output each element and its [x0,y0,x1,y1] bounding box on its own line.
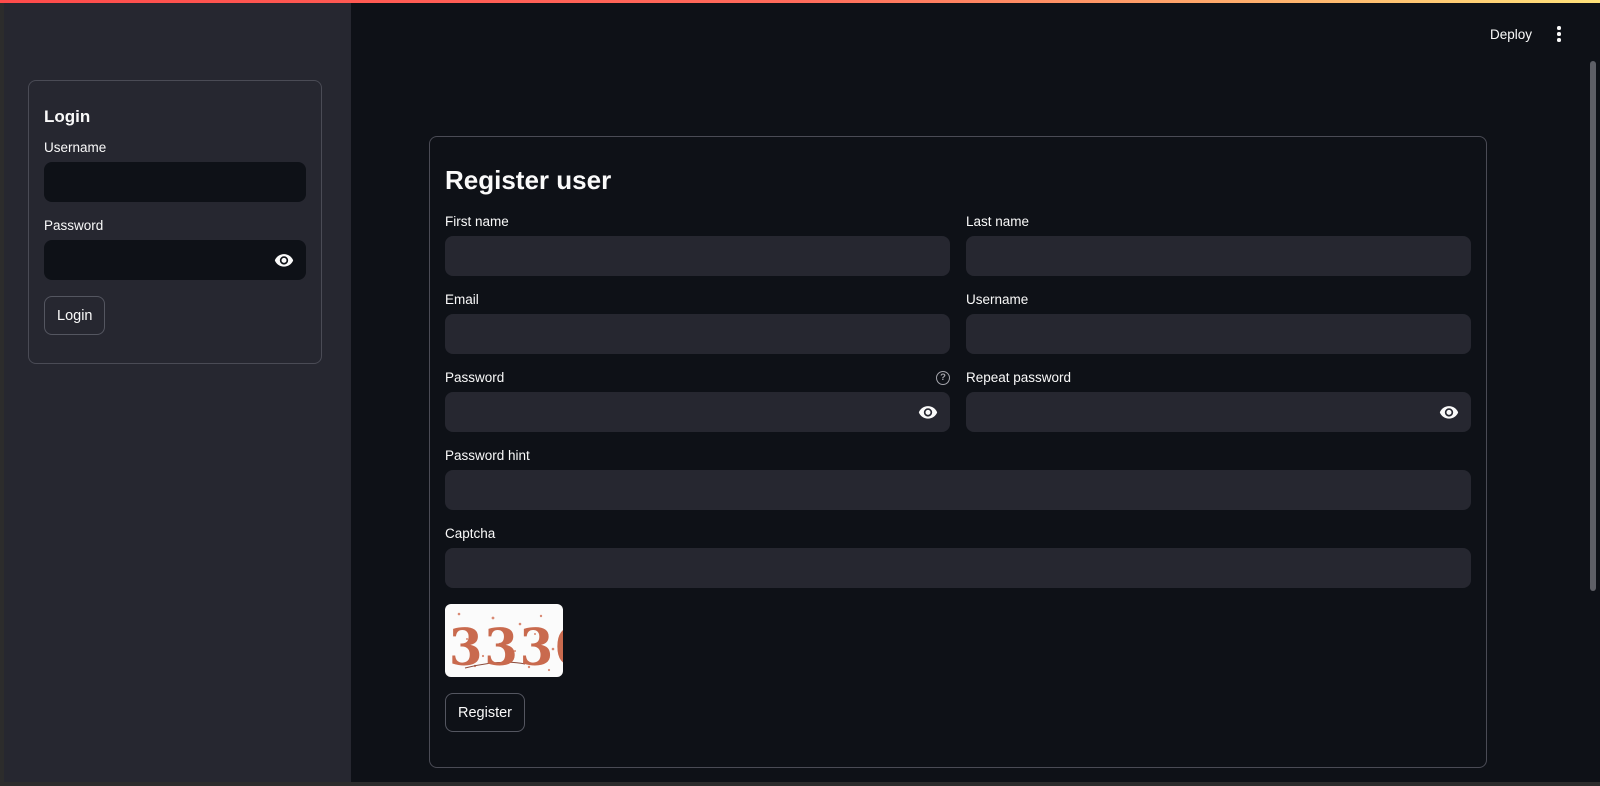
register-button[interactable]: Register [445,693,525,732]
username-input[interactable] [966,314,1471,354]
last-name-input[interactable] [966,236,1471,276]
password-label-row: Password ? [445,370,950,392]
register-form: Register user First name Last name Email [429,136,1487,768]
deploy-button[interactable]: Deploy [1490,27,1532,42]
login-username-input[interactable] [44,162,306,202]
login-username-label: Username [44,140,107,155]
first-name-field: First name [445,214,950,276]
login-title: Login [44,107,91,126]
name-row: First name Last name [445,214,1471,292]
login-button[interactable]: Login [44,296,106,335]
email-field: Email [445,292,950,354]
login-username-field: Username [44,140,306,202]
email-username-row: Email Username [445,292,1471,370]
repeat-password-label: Repeat password [966,370,1072,385]
username-field: Username [966,292,1471,354]
password-label: Password [445,370,505,385]
scrollbar[interactable] [1590,61,1596,591]
repeat-password-input[interactable] [966,392,1471,432]
captcha-field: Captcha [445,526,1471,588]
captcha-input[interactable] [445,548,1471,588]
login-password-wrap [44,240,306,280]
login-form: Login Username Password Login [28,80,322,364]
repeat-password-wrap [966,392,1471,432]
repeat-password-field: Repeat password [966,370,1471,432]
password-input[interactable] [445,392,950,432]
captcha-text: 3330 [449,618,563,677]
app-window: Login Username Password Login Deploy Reg… [4,3,1600,782]
first-name-label: First name [445,214,509,229]
register-title: Register user [445,165,612,195]
show-password-icon[interactable] [918,405,938,419]
password-wrap [445,392,950,432]
email-input[interactable] [445,314,950,354]
kebab-menu-icon[interactable] [1550,25,1568,43]
email-label: Email [445,292,479,307]
first-name-input[interactable] [445,236,950,276]
password-hint-field: Password hint [445,448,1471,510]
captcha-image: 3330 [445,604,563,677]
main-area: Deploy Register user First name Last nam… [351,3,1600,782]
login-password-input[interactable] [44,240,306,280]
sidebar: Login Username Password Login [4,3,351,782]
show-password-icon[interactable] [274,253,294,267]
login-password-label: Password [44,218,104,233]
help-icon[interactable]: ? [936,370,950,385]
top-accent-bar [0,0,1600,3]
kebab-dot [1557,26,1561,30]
captcha-label: Captcha [445,526,496,541]
show-password-icon[interactable] [1439,405,1459,419]
username-label: Username [966,292,1029,307]
last-name-label: Last name [966,214,1030,229]
app-header: Deploy [1490,25,1568,43]
last-name-field: Last name [966,214,1471,276]
login-password-field: Password [44,218,306,280]
password-row: Password ? Repeat password [445,370,1471,448]
password-hint-input[interactable] [445,470,1471,510]
kebab-dot [1557,38,1561,42]
password-hint-label: Password hint [445,448,530,463]
captcha-graphic: 3330 [449,612,563,677]
password-field: Password ? [445,370,950,432]
kebab-dot [1557,32,1561,36]
